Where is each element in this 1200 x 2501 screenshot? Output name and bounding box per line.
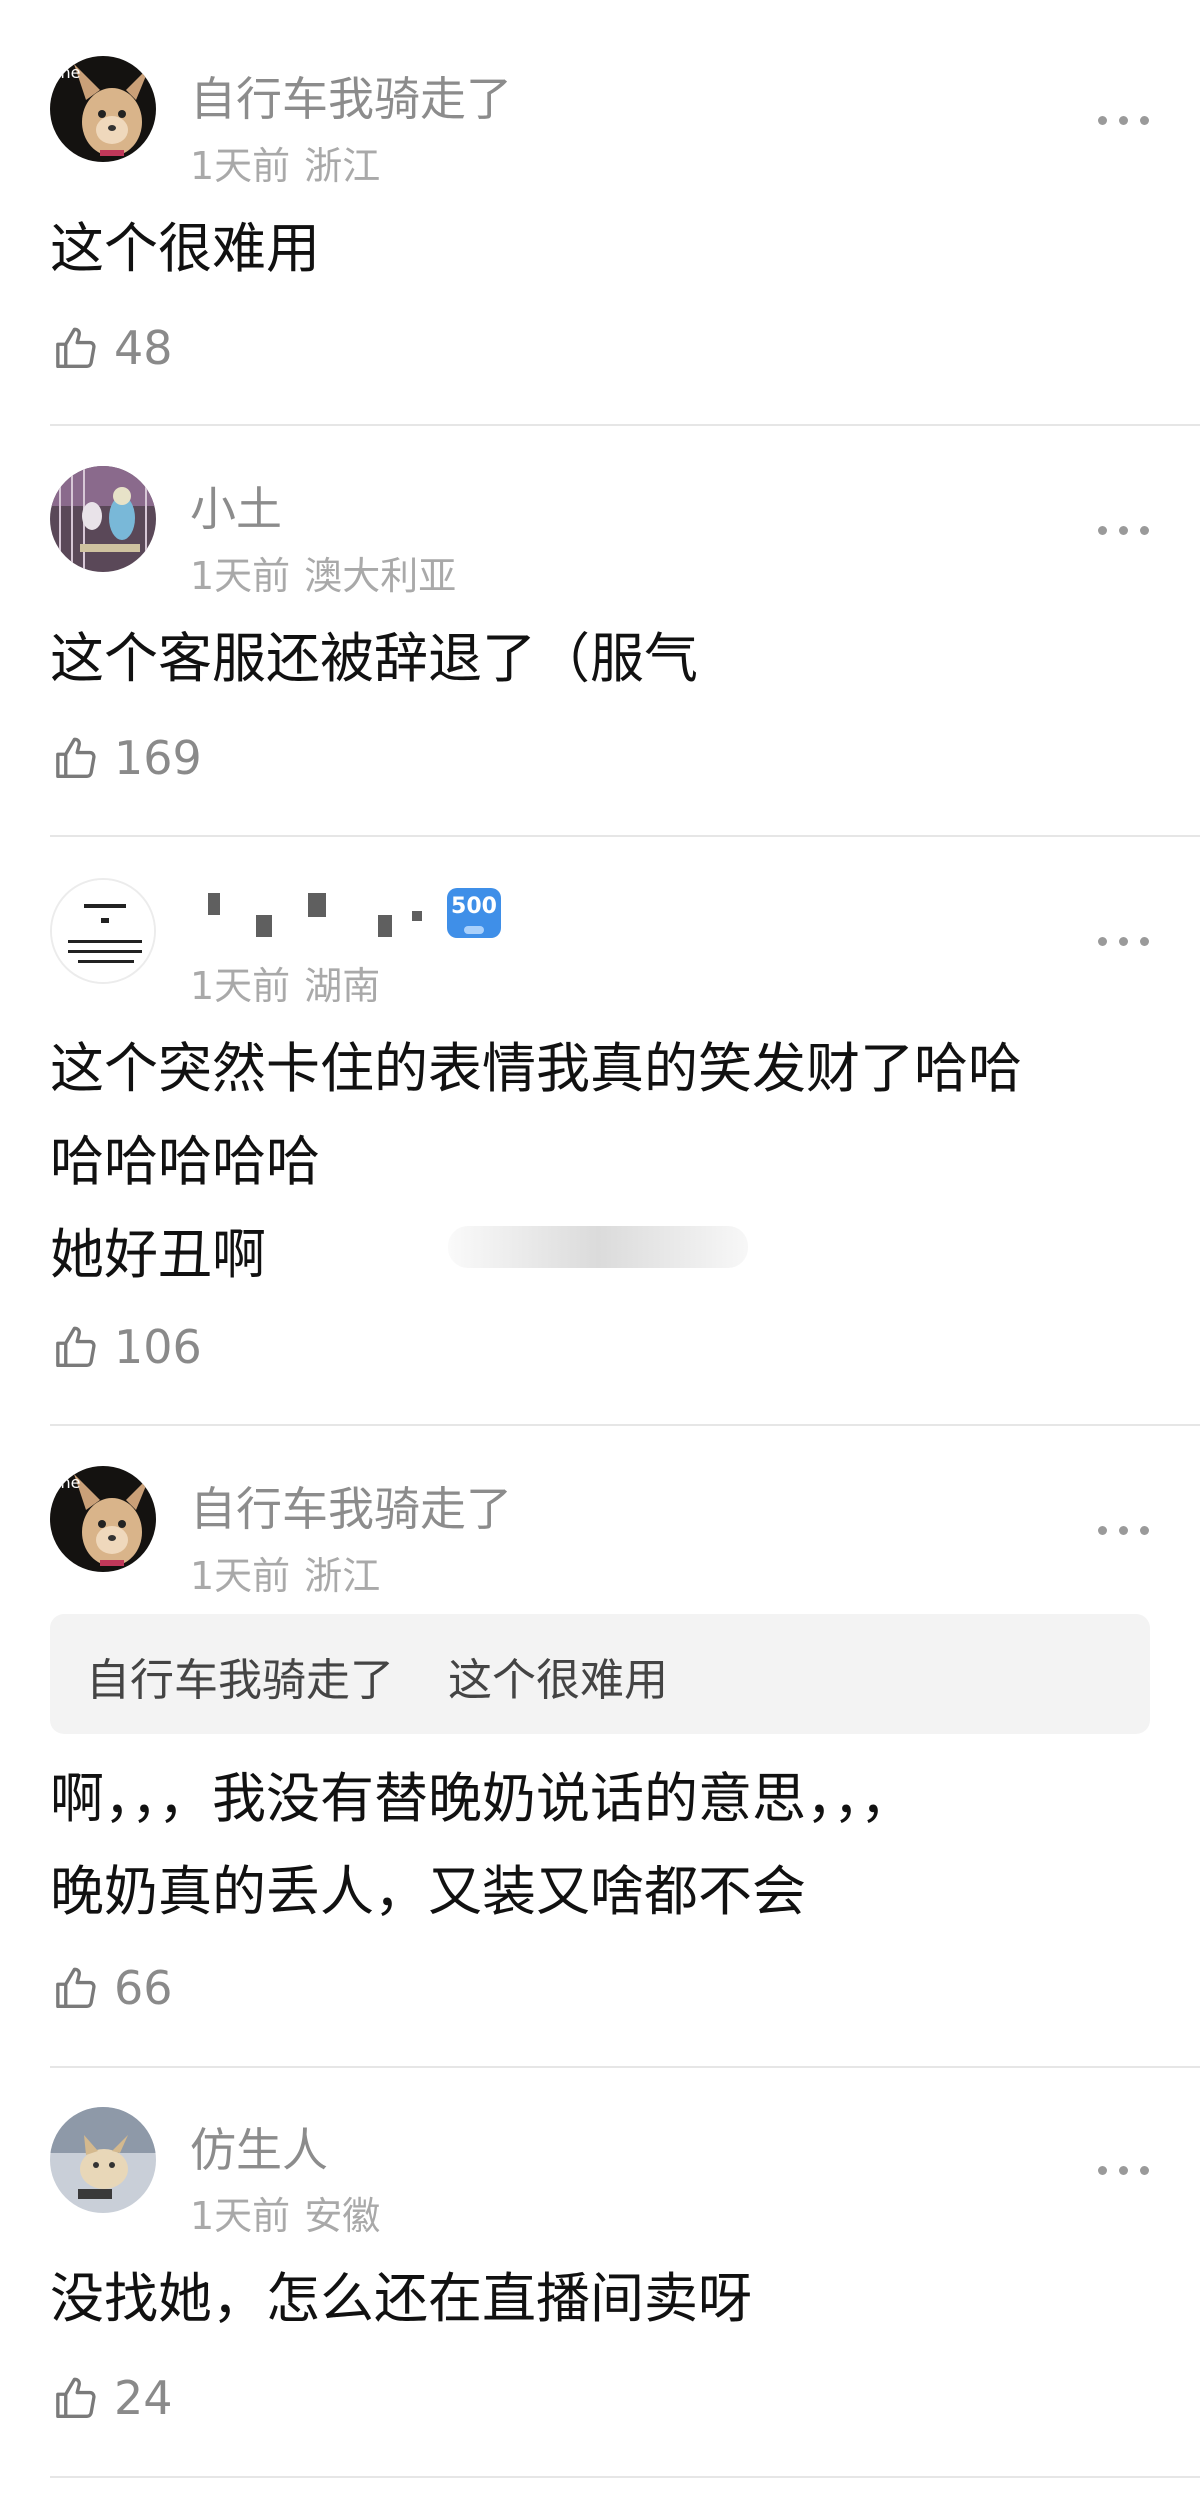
comment-text: 没找她，怎么还在直播间卖呀: [50, 2252, 1160, 2345]
divider: [50, 2476, 1200, 2478]
comment-item: 仿生人 1天前 安徽 没找她，怎么还在直播间卖呀 24: [0, 0, 1200, 2501]
like-count: 24: [114, 2371, 173, 2425]
comment-location: 安徽: [304, 2194, 381, 2238]
avatar[interactable]: [50, 2107, 156, 2213]
comment-meta: 1天前 安徽: [190, 2185, 380, 2240]
comment-feed: ine 自行车我骑走了 1天前 浙江 这个很难用 48 小土 1天前 澳大利亚 …: [0, 0, 1200, 2501]
username[interactable]: 仿生人: [190, 2114, 328, 2180]
more-dots-icon[interactable]: [1098, 2163, 1150, 2177]
cat-avatar-image: [50, 2107, 156, 2213]
thumbs-up-icon: [56, 2377, 96, 2418]
comment-time: 1天前: [190, 2194, 291, 2238]
comment-line: 没找她，怎么还在直播间卖呀: [50, 2267, 752, 2330]
like-button[interactable]: 24: [52, 2368, 173, 2428]
